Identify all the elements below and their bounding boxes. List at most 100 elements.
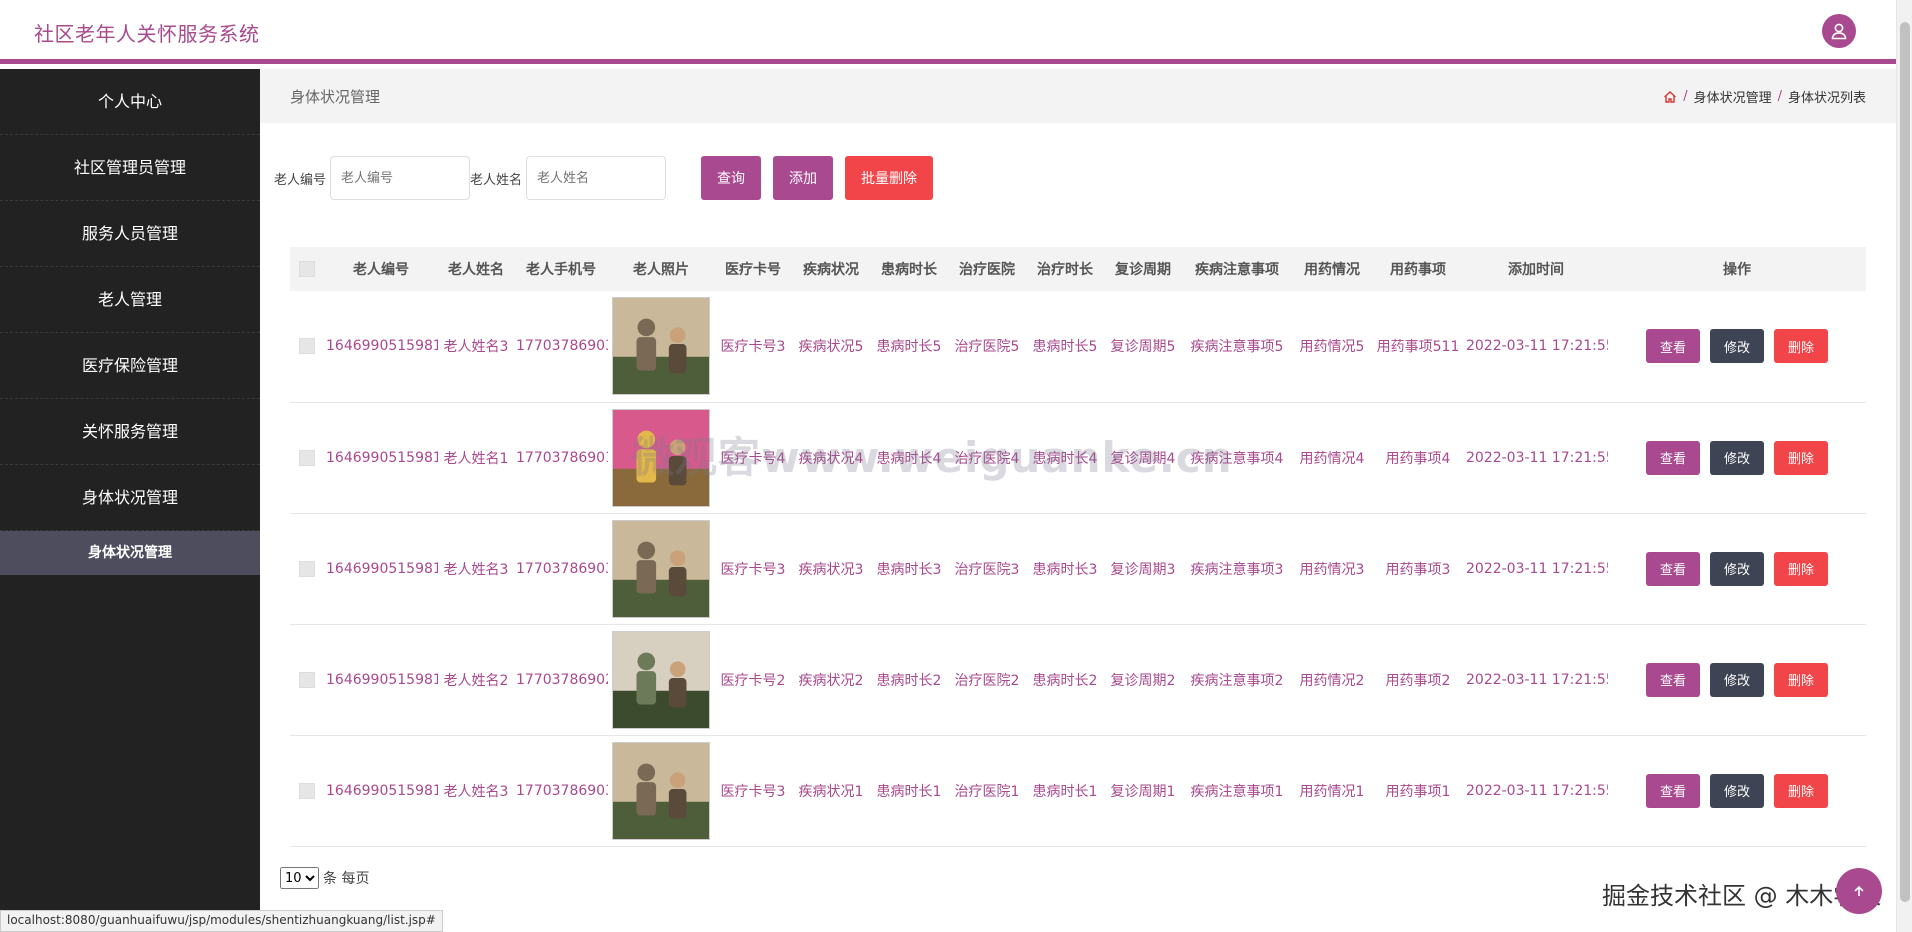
cell-hospital: 治疗医院2 <box>948 624 1026 736</box>
sidebar-item-care-service[interactable]: 关怀服务管理 <box>0 399 260 465</box>
row-select-cell[interactable] <box>290 513 324 625</box>
view-button[interactable]: 查看 <box>1645 662 1700 697</box>
user-icon <box>1831 23 1847 40</box>
row-checkbox[interactable] <box>299 671 315 688</box>
edit-button[interactable]: 修改 <box>1709 329 1764 364</box>
row-checkbox[interactable] <box>299 560 315 577</box>
cell-disease: 疾病状况5 <box>792 291 870 403</box>
cell-duration: 患病时长2 <box>870 624 948 736</box>
row-checkbox[interactable] <box>299 782 315 799</box>
cell-revisit: 复诊周期1 <box>1104 735 1182 847</box>
add-button[interactable]: 添加 <box>773 156 834 200</box>
sidebar-subitem-health-status[interactable]: 身体状况管理 <box>0 531 260 575</box>
column-header: 老人手机号 <box>514 247 608 291</box>
cell-photo <box>608 291 714 403</box>
cell-notes: 疾病注意事项1 <box>1182 735 1292 847</box>
breadcrumb-separator: / <box>1777 89 1782 104</box>
cell-disease: 疾病状况1 <box>792 735 870 847</box>
cell-med: 用药情况3 <box>1292 513 1372 625</box>
header-select-all[interactable] <box>290 247 324 291</box>
user-avatar[interactable] <box>1822 14 1856 48</box>
column-header: 添加时间 <box>1464 247 1608 291</box>
delete-button[interactable]: 删除 <box>1774 662 1829 697</box>
cell-card: 医疗卡号3 <box>714 735 792 847</box>
back-to-top-button[interactable] <box>1836 868 1882 914</box>
row-select-cell[interactable] <box>290 291 324 403</box>
view-button[interactable]: 查看 <box>1645 329 1700 364</box>
table-header-row: 老人编号 老人姓名 老人手机号 老人照片 医疗卡号 疾病状况 患病时长 治疗医院… <box>290 247 1866 291</box>
column-header: 疾病状况 <box>792 247 870 291</box>
edit-button[interactable]: 修改 <box>1709 551 1764 586</box>
cell-duration: 患病时长5 <box>870 291 948 403</box>
sidebar-item-health-status[interactable]: 身体状况管理 <box>0 465 260 531</box>
cell-actions: 查看 修改 删除 <box>1608 513 1866 625</box>
row-select-cell[interactable] <box>290 624 324 736</box>
row-checkbox[interactable] <box>299 338 315 355</box>
cell-revisit: 复诊周期2 <box>1104 624 1182 736</box>
cell-name: 老人姓名1 <box>438 402 514 514</box>
cell-phone: 17703786902 <box>514 624 608 736</box>
view-button[interactable]: 查看 <box>1645 440 1700 475</box>
cell-treat: 患病时长2 <box>1026 624 1104 736</box>
cell-med-item: 用药事项3 <box>1372 513 1464 625</box>
view-button[interactable]: 查看 <box>1645 551 1700 586</box>
delete-button[interactable]: 删除 <box>1774 329 1829 364</box>
cell-notes: 疾病注意事项5 <box>1182 291 1292 403</box>
sidebar-item-elderly[interactable]: 老人管理 <box>0 267 260 333</box>
sidebar-item-service-staff[interactable]: 服务人员管理 <box>0 201 260 267</box>
edit-button[interactable]: 修改 <box>1709 440 1764 475</box>
cell-med: 用药情况5 <box>1292 291 1372 403</box>
elder-id-label: 老人编号 <box>274 172 327 188</box>
sidebar-item-community-admin[interactable]: 社区管理员管理 <box>0 135 260 201</box>
cell-time: 2022-03-11 17:21:55 <box>1464 624 1608 736</box>
cell-name: 老人姓名2 <box>438 624 514 736</box>
main-content: 身体状况管理 / 身体状况管理 / 身体状况列表 老人编号 老人姓名 查询 添加… <box>260 69 1896 932</box>
cell-med-item: 用药事项1 <box>1372 735 1464 847</box>
row-select-cell[interactable] <box>290 402 324 514</box>
delete-button[interactable]: 删除 <box>1774 551 1829 586</box>
breadcrumb-bar: 身体状况管理 / 身体状况管理 / 身体状况列表 <box>260 69 1896 123</box>
delete-button[interactable]: 删除 <box>1774 773 1829 808</box>
edit-button[interactable]: 修改 <box>1709 662 1764 697</box>
cell-name: 老人姓名3 <box>438 513 514 625</box>
row-checkbox[interactable] <box>299 449 315 466</box>
elder-photo <box>612 630 710 729</box>
table-row: 16469905159810老人姓名217703786902 医疗卡号2疾病状况2… <box>290 624 1866 736</box>
select-all-checkbox[interactable] <box>299 261 315 277</box>
batch-delete-button[interactable]: 批量删除 <box>845 156 934 200</box>
row-actions: 查看 修改 删除 <box>1610 662 1864 697</box>
cell-phone: 17703786903 <box>514 735 608 847</box>
elder-photo <box>612 741 710 840</box>
cell-disease: 疾病状况2 <box>792 624 870 736</box>
column-header: 患病时长 <box>870 247 948 291</box>
cell-revisit: 复诊周期4 <box>1104 402 1182 514</box>
cell-time: 2022-03-11 17:21:55 <box>1464 291 1608 403</box>
sidebar-item-personal-center[interactable]: 个人中心 <box>0 69 260 135</box>
page-scrollbar[interactable] <box>1896 0 1912 932</box>
breadcrumb-item: 身体状况列表 <box>1787 91 1866 106</box>
cell-med: 用药情况2 <box>1292 624 1372 736</box>
search-form: 老人编号 老人姓名 查询 添加 批量删除 <box>274 156 934 200</box>
cell-med: 用药情况4 <box>1292 402 1372 514</box>
query-button[interactable]: 查询 <box>701 156 762 200</box>
edit-button[interactable]: 修改 <box>1709 773 1764 808</box>
home-icon[interactable] <box>1663 90 1677 104</box>
delete-button[interactable]: 删除 <box>1774 440 1829 475</box>
elder-name-input[interactable] <box>526 156 667 200</box>
cell-revisit: 复诊周期3 <box>1104 513 1182 625</box>
row-actions: 查看 修改 删除 <box>1610 329 1864 364</box>
cell-card: 医疗卡号3 <box>714 513 792 625</box>
elder-id-input[interactable] <box>330 156 471 200</box>
sidebar: 个人中心 社区管理员管理 服务人员管理 老人管理 医疗保险管理 关怀服务管理 身… <box>0 69 260 932</box>
view-button[interactable]: 查看 <box>1645 773 1700 808</box>
cell-card: 医疗卡号4 <box>714 402 792 514</box>
cell-hospital: 治疗医院4 <box>948 402 1026 514</box>
pagination: 10 条 每页 <box>280 867 369 889</box>
scrollbar-thumb[interactable] <box>1900 22 1910 902</box>
breadcrumb-item[interactable]: 身体状况管理 <box>1694 87 1772 106</box>
arrow-up-icon <box>1854 885 1864 896</box>
cell-treat: 患病时长4 <box>1026 402 1104 514</box>
sidebar-item-medical-insurance[interactable]: 医疗保险管理 <box>0 333 260 399</box>
row-select-cell[interactable] <box>290 735 324 847</box>
page-size-select[interactable]: 10 <box>280 867 319 889</box>
